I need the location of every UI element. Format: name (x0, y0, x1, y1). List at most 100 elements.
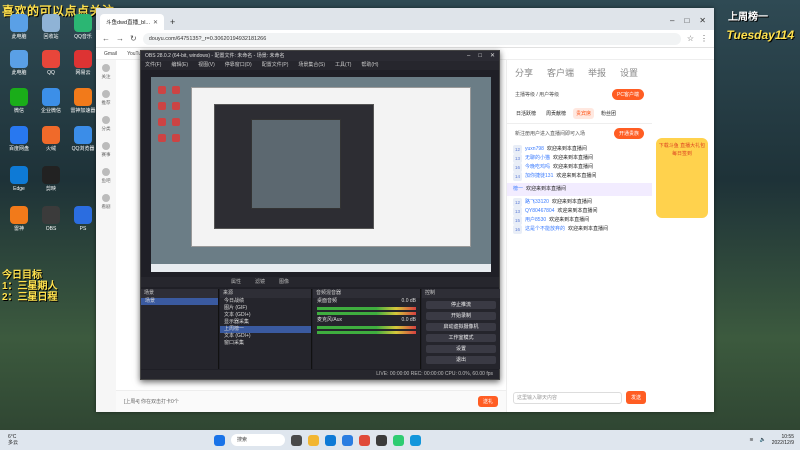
left-nav-item[interactable]: 看剧 (96, 190, 116, 216)
desktop-icon[interactable]: Edge (4, 166, 34, 192)
promo-banner[interactable]: 下载斗鱼 直播大礼包 每日签到 (656, 68, 708, 228)
desktop-icon[interactable]: 网易云 (68, 50, 98, 76)
maximize-icon[interactable]: □ (684, 16, 689, 25)
obs-menu-item[interactable]: 视图(V) (198, 61, 215, 70)
panel-icon[interactable]: 客户端 (547, 66, 574, 79)
volume-icon[interactable]: 🔈 (760, 437, 766, 443)
panel-icon[interactable]: 设置 (620, 66, 638, 79)
weather-widget[interactable]: 6°C 多云 (0, 434, 18, 446)
star-icon[interactable]: ☆ (687, 34, 694, 43)
source-item[interactable]: 显示器采集 (220, 319, 311, 326)
obs-control-button[interactable]: 退出 (426, 356, 496, 364)
menu-icon[interactable]: ⋮ (700, 34, 708, 43)
store-icon[interactable] (342, 434, 354, 446)
obs-menu-item[interactable]: 场景集合(S) (298, 61, 325, 70)
clock[interactable]: 10:55 2022/12/9 (772, 434, 794, 446)
obs-control-button[interactable]: 停止推流 (426, 301, 496, 309)
left-nav-item[interactable]: 赛事 (96, 138, 116, 164)
source-item[interactable]: 文本 (GDI+) (220, 312, 311, 319)
source-item[interactable]: 图片 (GIF) (220, 305, 311, 312)
desktop-icon[interactable]: 百度网盘 (4, 126, 34, 152)
panel-icon[interactable]: 分享 (515, 66, 533, 79)
qq-icon[interactable] (410, 434, 422, 446)
obs-control-button[interactable]: 工作室模式 (426, 334, 496, 342)
browser-tab[interactable]: 斗鱼dwd直播_bl... ✕ (100, 14, 165, 30)
obs-menu-item[interactable]: 编辑(E) (171, 61, 188, 70)
wifi-icon[interactable]: ≋ (749, 437, 753, 443)
close-icon[interactable]: ✕ (490, 51, 495, 61)
desktop-icon[interactable]: 雷神 (4, 206, 34, 232)
rank-tab[interactable]: 粉丝团 (598, 108, 619, 119)
subscribe-button[interactable]: 开通贵族 (613, 128, 644, 139)
panel-icon[interactable]: 举报 (588, 66, 606, 79)
taskbar-search[interactable]: 搜索 (231, 434, 286, 446)
chat-input[interactable]: 这里输入聊天内容 (513, 391, 622, 404)
source-item[interactable]: 窗口采集 (220, 340, 311, 347)
rank-tab[interactable]: 日活跃榜 (513, 108, 539, 119)
volume-slider[interactable] (317, 312, 416, 315)
send-button[interactable]: 发送 (625, 391, 646, 404)
gift-button[interactable]: 送礼 (477, 396, 498, 407)
source-item[interactable]: 今日战绩 (220, 298, 311, 305)
rank-tab[interactable]: 周贡献榜 (543, 108, 569, 119)
volume-slider[interactable] (317, 331, 416, 334)
source-toolbar-button[interactable]: 滤镜 (255, 277, 265, 287)
obs-control-button[interactable]: 设置 (426, 345, 496, 353)
desktop-icon[interactable]: 微信 (4, 88, 34, 114)
desktop-icon[interactable]: QQ (36, 50, 66, 76)
desktop-icon[interactable]: QQ音乐 (68, 14, 98, 40)
obs-icon[interactable] (376, 434, 388, 446)
task-view-icon[interactable] (291, 434, 303, 446)
desktop-icon[interactable]: 雷神加速器 (68, 88, 98, 114)
close-window-icon[interactable]: ✕ (699, 16, 706, 25)
edge-icon[interactable] (325, 434, 337, 446)
left-nav-item[interactable]: 关注 (96, 60, 116, 86)
start-icon[interactable] (214, 434, 226, 446)
bookmark-item[interactable]: Gmail (104, 51, 117, 57)
scene-item[interactable]: 场景 (141, 298, 218, 305)
chat-username[interactable]: 今晚吃鸡吗 (525, 163, 550, 172)
chat-username[interactable]: 这是个不能放弃的 (525, 225, 565, 234)
chat-username[interactable]: QY80467804 (525, 207, 554, 216)
obs-control-button[interactable]: 启动虚拟摄像机 (426, 323, 496, 331)
wechat-icon[interactable] (393, 434, 405, 446)
back-icon[interactable]: ← (102, 34, 110, 43)
left-nav-item[interactable]: 推荐 (96, 86, 116, 112)
left-nav-item[interactable]: 鱼吧 (96, 164, 116, 190)
source-toolbar-button[interactable]: 属性 (231, 277, 241, 287)
rank-tab[interactable]: 贵宾席 (573, 108, 595, 119)
new-tab-icon[interactable]: + (170, 17, 175, 27)
forward-icon[interactable]: → (116, 34, 124, 43)
chat-username[interactable]: 加你捷徒131 (525, 172, 553, 181)
obs-menu-item[interactable]: 停靠窗口(D) (225, 61, 252, 70)
chat-username[interactable]: 无聊的小猫 (525, 154, 550, 163)
desktop-icon[interactable]: 剪映 (36, 166, 66, 192)
desktop-icon[interactable]: OBS (36, 206, 66, 232)
maximize-icon[interactable]: □ (478, 51, 482, 61)
desktop-icon[interactable]: QQ浏览器 (68, 126, 98, 152)
minimize-icon[interactable]: – (670, 16, 674, 25)
desktop-icon[interactable]: 火绒 (36, 126, 66, 152)
pc-client-button[interactable]: PC客户端 (612, 89, 644, 100)
source-item[interactable]: 文本 (GDI+) (220, 333, 311, 340)
obs-menu-item[interactable]: 工具(T) (335, 61, 351, 70)
obs-menu-item[interactable]: 配置文件(P) (262, 61, 289, 70)
desktop-icon[interactable]: 企业微信 (36, 88, 66, 114)
desktop-icon[interactable]: 此电脑 (4, 50, 34, 76)
desktop-icon[interactable]: 回收站 (36, 14, 66, 40)
obs-menu-item[interactable]: 文件(F) (145, 61, 161, 70)
close-icon[interactable]: ✕ (153, 19, 158, 26)
chat-username[interactable]: 榜一 (513, 185, 523, 194)
desktop-icon[interactable]: PS (68, 206, 98, 232)
file-explorer-icon[interactable] (308, 434, 320, 446)
chat-username[interactable]: 用户8530 (525, 216, 546, 225)
chat-username[interactable]: yuxn798 (525, 145, 544, 154)
obs-menu-item[interactable]: 帮助(H) (361, 61, 378, 70)
minimize-icon[interactable]: – (467, 51, 470, 61)
reload-icon[interactable]: ↻ (130, 34, 137, 43)
desktop-icon[interactable]: 此电脑 (4, 14, 34, 40)
obs-control-button[interactable]: 开始录制 (426, 312, 496, 320)
left-nav-item[interactable]: 分类 (96, 112, 116, 138)
chrome-icon[interactable] (359, 434, 371, 446)
obs-preview[interactable] (151, 77, 491, 272)
